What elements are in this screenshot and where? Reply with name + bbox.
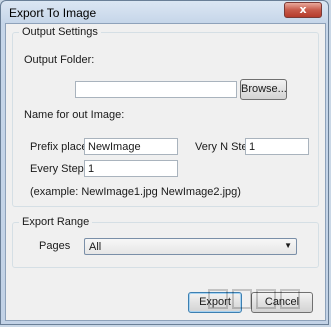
dialog-body: Output Settings Output Folder: Browse...… xyxy=(5,23,326,321)
pages-select[interactable]: All ▼ xyxy=(84,238,297,255)
output-settings-group: Output Settings Output Folder: Browse...… xyxy=(12,26,319,207)
name-for-out-image-label: Name for out Image: xyxy=(24,109,125,121)
output-folder-input[interactable] xyxy=(75,81,237,98)
title-bar[interactable]: Export To Image x xyxy=(1,1,328,23)
close-button[interactable]: x xyxy=(284,2,322,18)
example-text: (example: NewImage1.jpg NewImage2.jpg) xyxy=(30,186,241,198)
export-range-title: Export Range xyxy=(19,216,93,228)
every-step-input[interactable]: 1 xyxy=(84,160,178,177)
browse-button[interactable]: Browse... xyxy=(240,79,287,100)
watermark-logo xyxy=(208,289,300,309)
very-n-step-input[interactable]: 1 xyxy=(245,138,309,155)
prefix-input[interactable]: NewImage xyxy=(84,138,178,155)
window-title: Export To Image xyxy=(9,6,97,20)
pages-select-value: All xyxy=(89,241,102,253)
pages-label: Pages xyxy=(39,240,71,252)
close-icon: x xyxy=(299,3,307,16)
chevron-down-icon: ▼ xyxy=(284,241,292,250)
every-step-label: Every Step: xyxy=(30,163,87,175)
output-folder-label: Output Folder: xyxy=(24,54,95,66)
output-settings-title: Output Settings xyxy=(19,26,101,38)
export-dialog: Export To Image x Output Settings Output… xyxy=(0,0,329,325)
export-range-group: Export Range Pages All ▼ xyxy=(12,216,319,268)
